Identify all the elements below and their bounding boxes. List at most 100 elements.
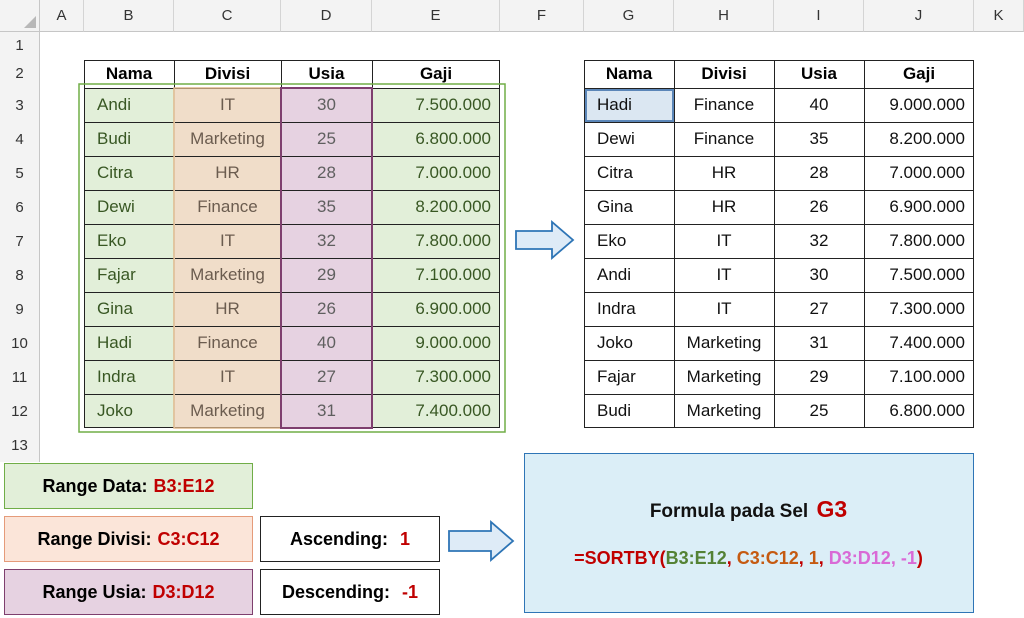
row-header-12[interactable]: 12 [0,394,40,428]
source-cell-gaji[interactable]: 7.000.000 [372,156,500,190]
row-header-1[interactable]: 1 [0,32,40,58]
source-cell-nama[interactable]: Budi [88,122,174,156]
source-cell-usia[interactable]: 40 [281,326,372,360]
source-cell-usia[interactable]: 30 [281,88,372,122]
source-cell-usia[interactable]: 32 [281,224,372,258]
source-cell-gaji[interactable]: 7.500.000 [372,88,500,122]
result-cell-nama[interactable]: Indra [588,292,674,326]
column-header-j[interactable]: J [864,0,974,32]
result-cell-divisi[interactable]: Finance [674,122,774,156]
row-header-6[interactable]: 6 [0,190,40,224]
result-cell-divisi[interactable]: Marketing [674,326,774,360]
source-cell-gaji[interactable]: 6.900.000 [372,292,500,326]
source-cell-nama[interactable]: Hadi [88,326,174,360]
row-header-2[interactable]: 2 [0,58,40,88]
column-header-k[interactable]: K [974,0,1024,32]
result-cell-gaji[interactable]: 6.900.000 [864,190,974,224]
column-header-c[interactable]: C [174,0,281,32]
source-cell-usia[interactable]: 28 [281,156,372,190]
result-cell-nama[interactable]: Eko [588,224,674,258]
result-cell-nama[interactable]: Gina [588,190,674,224]
column-header-h[interactable]: H [674,0,774,32]
column-header-a[interactable]: A [40,0,84,32]
result-cell-gaji[interactable]: 8.200.000 [864,122,974,156]
source-cell-nama[interactable]: Eko [88,224,174,258]
column-header-e[interactable]: E [372,0,500,32]
source-cell-gaji[interactable]: 7.300.000 [372,360,500,394]
source-cell-nama[interactable]: Andi [88,88,174,122]
column-header-i[interactable]: I [774,0,864,32]
result-cell-nama[interactable]: Hadi [588,88,674,122]
result-cell-gaji[interactable]: 6.800.000 [864,394,974,428]
result-cell-divisi[interactable]: IT [674,224,774,258]
source-cell-nama[interactable]: Citra [88,156,174,190]
source-cell-usia[interactable]: 26 [281,292,372,326]
result-cell-gaji[interactable]: 9.000.000 [864,88,974,122]
row-header-7[interactable]: 7 [0,224,40,258]
result-cell-gaji[interactable]: 7.100.000 [864,360,974,394]
source-cell-gaji[interactable]: 7.800.000 [372,224,500,258]
source-cell-divisi[interactable]: HR [174,156,281,190]
result-cell-gaji[interactable]: 7.300.000 [864,292,974,326]
source-cell-nama[interactable]: Dewi [88,190,174,224]
result-cell-divisi[interactable]: Marketing [674,360,774,394]
select-all-corner[interactable] [0,0,40,32]
result-cell-usia[interactable]: 29 [774,360,864,394]
source-cell-divisi[interactable]: Finance [174,190,281,224]
result-cell-divisi[interactable]: IT [674,292,774,326]
result-cell-usia[interactable]: 35 [774,122,864,156]
column-header-g[interactable]: G [584,0,674,32]
source-cell-usia[interactable]: 29 [281,258,372,292]
column-header-b[interactable]: B [84,0,174,32]
row-header-5[interactable]: 5 [0,156,40,190]
result-cell-nama[interactable]: Joko [588,326,674,360]
source-cell-divisi[interactable]: Marketing [174,258,281,292]
source-cell-divisi[interactable]: Marketing [174,122,281,156]
row-header-9[interactable]: 9 [0,292,40,326]
source-cell-usia[interactable]: 25 [281,122,372,156]
result-cell-nama[interactable]: Fajar [588,360,674,394]
result-cell-nama[interactable]: Citra [588,156,674,190]
source-cell-divisi[interactable]: IT [174,224,281,258]
result-cell-divisi[interactable]: Finance [674,88,774,122]
source-cell-gaji[interactable]: 6.800.000 [372,122,500,156]
source-cell-divisi[interactable]: HR [174,292,281,326]
source-cell-gaji[interactable]: 9.000.000 [372,326,500,360]
source-cell-usia[interactable]: 35 [281,190,372,224]
source-cell-nama[interactable]: Indra [88,360,174,394]
result-cell-divisi[interactable]: IT [674,258,774,292]
source-cell-usia[interactable]: 31 [281,394,372,428]
row-header-13[interactable]: 13 [0,428,40,462]
row-header-11[interactable]: 11 [0,360,40,394]
source-cell-gaji[interactable]: 7.100.000 [372,258,500,292]
result-cell-usia[interactable]: 28 [774,156,864,190]
result-cell-gaji[interactable]: 7.500.000 [864,258,974,292]
result-cell-usia[interactable]: 26 [774,190,864,224]
result-cell-gaji[interactable]: 7.000.000 [864,156,974,190]
result-cell-usia[interactable]: 40 [774,88,864,122]
column-header-d[interactable]: D [281,0,372,32]
source-cell-gaji[interactable]: 8.200.000 [372,190,500,224]
source-cell-nama[interactable]: Fajar [88,258,174,292]
result-cell-nama[interactable]: Dewi [588,122,674,156]
result-cell-gaji[interactable]: 7.400.000 [864,326,974,360]
source-cell-divisi[interactable]: Finance [174,326,281,360]
result-cell-usia[interactable]: 27 [774,292,864,326]
result-cell-usia[interactable]: 32 [774,224,864,258]
source-cell-usia[interactable]: 27 [281,360,372,394]
column-header-f[interactable]: F [500,0,584,32]
result-cell-divisi[interactable]: HR [674,156,774,190]
result-cell-nama[interactable]: Budi [588,394,674,428]
result-cell-usia[interactable]: 31 [774,326,864,360]
result-cell-nama[interactable]: Andi [588,258,674,292]
source-cell-divisi[interactable]: IT [174,88,281,122]
source-cell-divisi[interactable]: Marketing [174,394,281,428]
result-cell-gaji[interactable]: 7.800.000 [864,224,974,258]
source-cell-divisi[interactable]: IT [174,360,281,394]
result-cell-usia[interactable]: 25 [774,394,864,428]
row-header-8[interactable]: 8 [0,258,40,292]
result-cell-usia[interactable]: 30 [774,258,864,292]
row-header-10[interactable]: 10 [0,326,40,360]
source-cell-gaji[interactable]: 7.400.000 [372,394,500,428]
row-header-3[interactable]: 3 [0,88,40,122]
